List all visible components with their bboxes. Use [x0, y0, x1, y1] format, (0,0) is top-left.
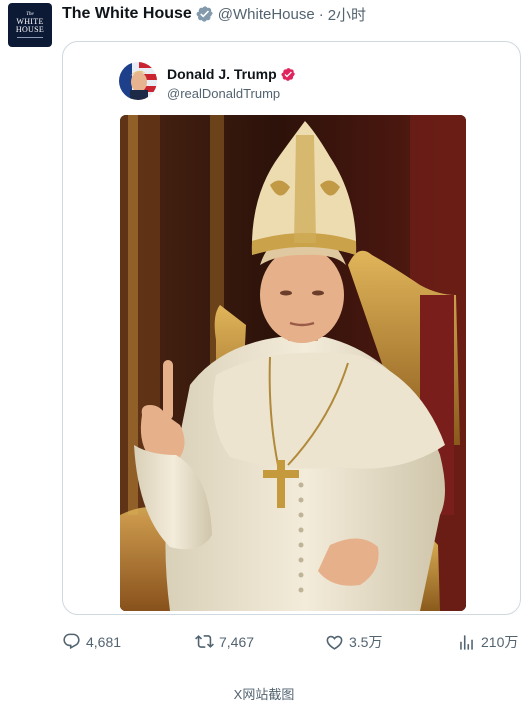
action-bar: 4,681 7,467 3.5万 210万 — [0, 632, 528, 652]
pope-portrait-image[interactable] — [120, 115, 466, 611]
post-header: The White House @WhiteHouse · 2小时 — [62, 4, 366, 24]
like-button[interactable]: 3.5万 — [325, 632, 382, 652]
trump-avatar[interactable] — [119, 62, 157, 100]
red-verified-badge-icon[interactable] — [281, 67, 296, 82]
view-count: 210万 — [481, 634, 519, 650]
source-caption: X网站截图 — [233, 687, 295, 702]
author-name[interactable]: The White House — [62, 5, 192, 23]
author-handle[interactable]: @WhiteHouse — [218, 6, 315, 23]
reply-button[interactable]: 4,681 — [62, 632, 121, 651]
avatar-text-house: HOUSE — [15, 25, 45, 34]
views-icon — [460, 634, 473, 650]
reply-count: 4,681 — [86, 633, 122, 650]
quoted-author-row: Donald J. Trump — [167, 66, 296, 82]
separator-dot: · — [318, 5, 324, 23]
heart-icon — [326, 635, 343, 650]
post-time[interactable]: 2小时 — [328, 4, 366, 25]
quoted-author-name[interactable]: Donald J. Trump — [167, 66, 277, 82]
avatar-rule — [17, 37, 43, 38]
white-house-avatar[interactable]: The WHITE HOUSE — [8, 3, 52, 47]
repost-icon — [195, 635, 214, 648]
like-count: 3.5万 — [349, 634, 383, 650]
repost-button[interactable]: 7,467 — [195, 632, 254, 651]
views-button[interactable]: 210万 — [457, 632, 518, 652]
quoted-post-card[interactable]: Donald J. Trump @realDonaldTrump — [62, 41, 521, 615]
reply-icon — [63, 633, 80, 650]
post[interactable]: The WHITE HOUSE The White House @WhiteHo… — [0, 0, 528, 713]
quoted-author-handle[interactable]: @realDonaldTrump — [167, 86, 280, 101]
repost-count: 7,467 — [219, 633, 255, 650]
gray-verified-badge-icon[interactable] — [196, 5, 214, 23]
